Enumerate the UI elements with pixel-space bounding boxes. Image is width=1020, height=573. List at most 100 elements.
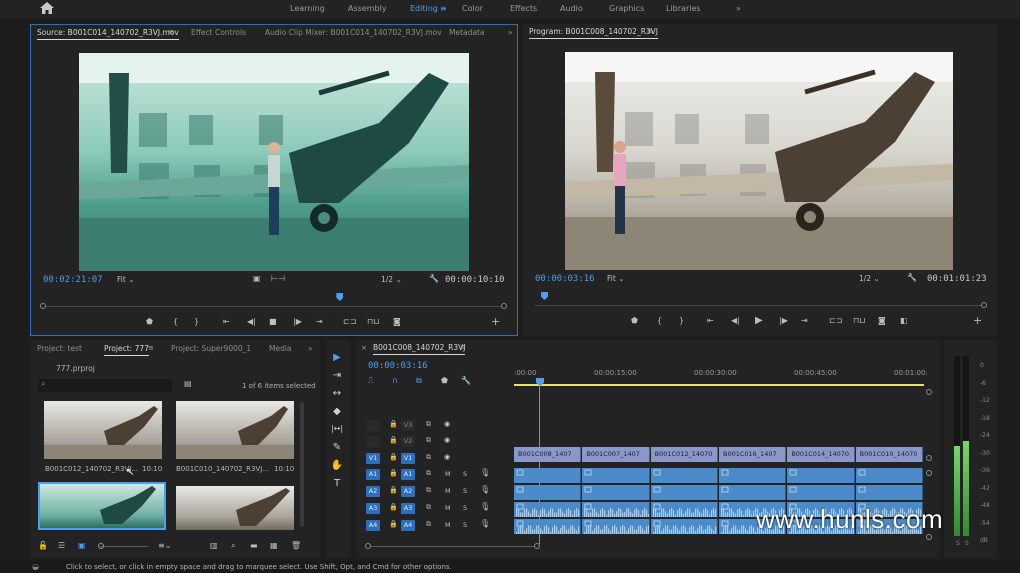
sync-lock-icon[interactable]: ⧉ <box>426 469 431 478</box>
lock-icon[interactable]: 🔒 <box>389 503 398 511</box>
workspace-effects[interactable]: Effects <box>510 4 537 13</box>
audio-clip[interactable] <box>582 502 650 517</box>
tab-project-super9000[interactable]: Project: Super9000_1 <box>171 344 251 353</box>
video-clip[interactable]: B001C008_1407 <box>514 447 582 462</box>
audio-clip[interactable] <box>650 485 718 500</box>
mute-button[interactable]: M <box>445 504 451 512</box>
add-marker-icon[interactable]: ⬟ <box>631 316 638 325</box>
audio-clip[interactable] <box>514 468 582 483</box>
mark-out-icon[interactable]: } <box>679 316 684 325</box>
scrollbar-handle-left[interactable] <box>365 543 371 549</box>
automate-to-sequence-icon[interactable]: ▥ <box>210 541 218 550</box>
lock-icon[interactable]: 🔒 <box>389 453 398 461</box>
snap-icon[interactable]: ∩ <box>392 376 398 385</box>
tabs-overflow-button[interactable]: » <box>308 344 313 353</box>
tab-menu-icon[interactable]: ≡ <box>148 344 154 352</box>
audio-clip[interactable] <box>514 502 582 517</box>
mark-out-icon[interactable]: } <box>194 317 199 326</box>
sync-lock-icon[interactable]: ⧉ <box>426 436 431 445</box>
lock-icon[interactable]: 🔓 <box>38 541 48 550</box>
timeline-ruler[interactable]: :00:00 00:00:15:00 00:00:30:00 00:00:45:… <box>514 366 928 386</box>
track-name-button[interactable]: V3 <box>401 420 415 431</box>
tab-source[interactable]: Source: B001C014_140702_R3VJ.mov <box>37 28 179 40</box>
hand-tool[interactable]: ✋ <box>330 460 344 471</box>
track-name-button[interactable]: A4 <box>401 520 415 531</box>
mark-in-icon[interactable]: { <box>657 316 662 325</box>
clip-name[interactable]: B001C010_140702_R3VJ... <box>176 465 269 473</box>
program-playhead[interactable] <box>541 292 548 300</box>
razor-tool[interactable]: ◆ <box>330 406 344 417</box>
audio-clip[interactable] <box>514 519 582 534</box>
sync-lock-icon[interactable]: ⧉ <box>426 453 431 462</box>
source-playhead-timecode[interactable]: 00:02:21:07 <box>43 275 103 285</box>
source-time-ruler[interactable] <box>43 306 506 307</box>
clip-thumbnail[interactable] <box>44 401 162 459</box>
audio-clip[interactable] <box>855 485 923 500</box>
slip-tool[interactable]: |↔| <box>327 424 347 433</box>
eye-icon[interactable]: ◉ <box>444 436 450 444</box>
workspace-audio[interactable]: Audio <box>560 4 583 13</box>
zoom-slider-handle[interactable] <box>98 543 104 549</box>
sync-lock-icon[interactable]: ⧉ <box>426 520 431 529</box>
tab-menu-icon[interactable]: ≡ <box>168 28 174 36</box>
scrollbar-handle-right[interactable] <box>534 543 540 549</box>
ripple-edit-tool[interactable]: ↔ <box>330 388 344 399</box>
clip-thumbnail-selected[interactable] <box>38 482 166 530</box>
stop-icon[interactable]: ■ <box>269 317 277 326</box>
tab-audio-clip-mixer[interactable]: Audio Clip Mixer: B001C014_140702_R3VJ.m… <box>265 28 442 37</box>
audio-clip[interactable] <box>650 519 718 534</box>
mute-button[interactable]: M <box>445 487 451 495</box>
track-name-button[interactable]: V1 <box>401 453 415 464</box>
wrench-icon[interactable]: 🔧 <box>461 376 471 385</box>
tab-effect-controls[interactable]: Effect Controls <box>191 28 246 37</box>
program-playhead-timecode[interactable]: 00:00:03:16 <box>535 274 595 284</box>
workspace-learning[interactable]: Learning <box>290 4 325 13</box>
audio-clip[interactable] <box>582 519 650 534</box>
tab-project-777[interactable]: Project: 777 <box>104 344 149 356</box>
wrench-icon[interactable]: 🔧 <box>429 274 439 283</box>
workspace-overflow-button[interactable]: » <box>736 4 741 13</box>
solo-button[interactable]: S <box>965 540 969 547</box>
trash-icon[interactable]: 🗑 <box>291 541 301 550</box>
video-clip[interactable]: B001C014_14070 <box>787 447 855 462</box>
tab-sequence[interactable]: B001C008_140702_R3VJ <box>373 343 466 355</box>
mute-button[interactable]: M <box>445 470 451 478</box>
export-frame-icon[interactable]: ▣ <box>253 274 261 283</box>
microphone-icon[interactable]: 🎙 <box>480 485 490 494</box>
microphone-icon[interactable]: 🎙 <box>480 468 490 477</box>
step-forward-icon[interactable]: |▶ <box>779 316 788 325</box>
program-video-frame[interactable] <box>565 52 953 270</box>
source-ruler-end-handle[interactable] <box>501 303 507 309</box>
lift-icon[interactable]: ⊏⊐ <box>829 316 842 325</box>
source-playhead[interactable] <box>336 293 344 301</box>
camera-icon[interactable]: ◙ <box>878 316 886 325</box>
audio-clip[interactable] <box>719 485 787 500</box>
sync-lock-icon[interactable]: ⧉ <box>426 503 431 512</box>
add-marker-icon[interactable]: ⬟ <box>146 317 153 326</box>
tab-project-test[interactable]: Project: test <box>37 344 82 353</box>
video-clip[interactable]: B001C012_14070 <box>650 447 718 462</box>
solo-button[interactable]: S <box>463 487 467 495</box>
clip-thumbnail[interactable] <box>176 486 294 530</box>
tab-program[interactable]: Program: B001C008_140702_R3VJ <box>529 27 659 39</box>
pen-tool[interactable]: ✎ <box>330 442 344 453</box>
solo-button[interactable]: S <box>463 470 467 478</box>
work-area-bar[interactable] <box>514 384 924 386</box>
audio-clip[interactable] <box>787 468 855 483</box>
program-resolution-select[interactable]: 1/2 ⌄ <box>859 274 880 283</box>
source-patch-button[interactable]: A4 <box>366 520 380 531</box>
nest-icon[interactable]: ⎍ <box>368 376 374 386</box>
eye-icon[interactable]: ◉ <box>444 420 450 428</box>
linked-selection-icon[interactable]: ⧉ <box>416 376 422 386</box>
tab-metadata[interactable]: Metadata <box>449 28 485 37</box>
go-to-out-icon[interactable]: ⇥ <box>316 317 323 326</box>
workspace-menu-icon[interactable]: ≡ <box>440 4 447 13</box>
source-zoom-select[interactable]: Fit ⌄ <box>117 275 134 284</box>
tab-menu-icon[interactable]: ≡ <box>460 343 466 351</box>
audio-clip[interactable] <box>787 485 855 500</box>
solo-button[interactable]: S <box>463 521 467 529</box>
program-zoom-select[interactable]: Fit ⌄ <box>607 274 624 283</box>
add-marker-icon[interactable]: ⬟ <box>441 376 448 385</box>
home-icon[interactable] <box>40 2 54 16</box>
workspace-editing[interactable]: Editing <box>410 4 438 13</box>
